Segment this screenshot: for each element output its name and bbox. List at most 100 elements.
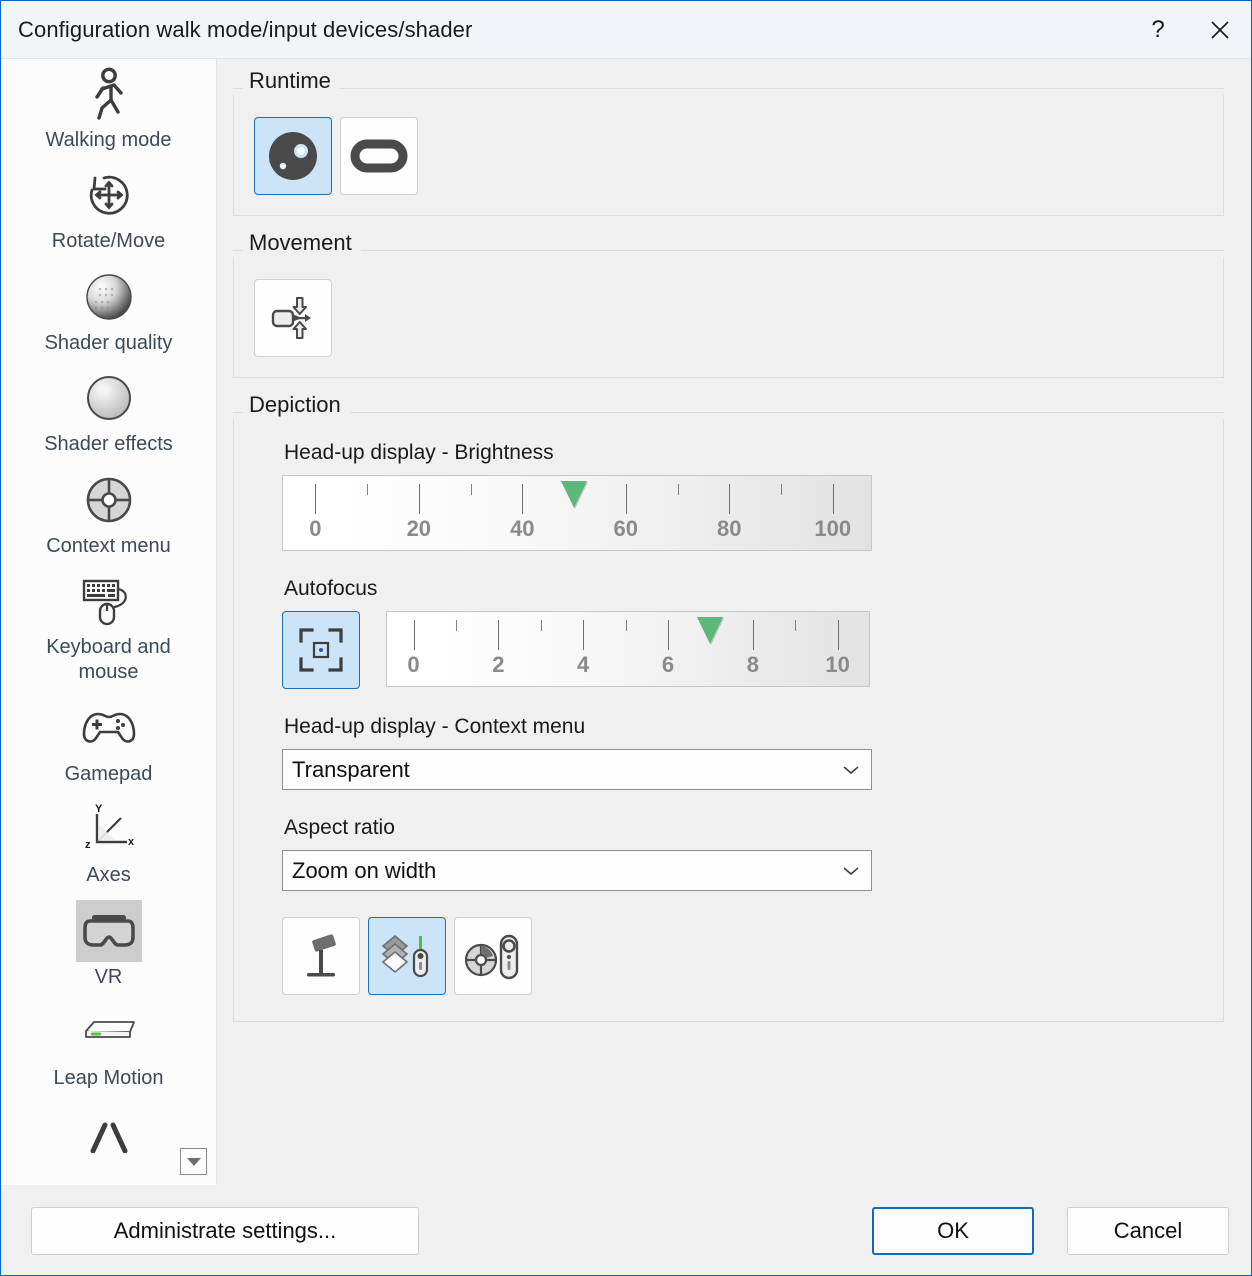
tick-major [668,620,669,650]
close-icon [1211,20,1229,39]
sidebar-item-shader-quality[interactable]: Shader quality [1,262,216,363]
tick-minor [625,620,627,631]
leap-motion-icon [76,1001,142,1063]
autofocus-label: Autofocus [284,577,378,600]
steam-icon [269,132,317,180]
tick-label: 20 [406,516,432,541]
administrate-settings-button[interactable]: Administrate settings... [31,1206,419,1255]
gamepad-icon [76,697,142,759]
sidebar-item-label: Context menu [46,534,171,557]
oculus-runtime-tile[interactable] [340,117,418,195]
tick-label: 10 [825,652,850,677]
movement-group-body [233,257,1224,378]
brightness-slider[interactable]: 0 20 40 60 80 100 [282,475,872,551]
sidebar-item-label: Axes [86,864,131,887]
sidebar-item-context-menu[interactable]: Context menu [1,465,216,566]
autofocus-toggle-button[interactable] [282,611,360,689]
tick-label: 0 [309,516,322,541]
tick-minor [677,484,679,495]
movement-mode-tile[interactable] [254,279,332,357]
sidebar-item-label: Gamepad [64,762,153,785]
tick-label: 80 [717,516,742,541]
radial-menu-icon [76,469,142,531]
svg-text:Y: Y [95,804,103,815]
tick-major [625,484,627,514]
chevron-down-icon [841,861,861,881]
layers-controller-icon [381,934,429,978]
question-mark-icon: ? [1151,15,1165,43]
sidebar-item-label: Rotate/Move [51,230,166,253]
sidebar-item-walking-mode[interactable]: Walking mode [1,59,216,160]
configuration-dialog: Configuration walk mode/input devices/sh… [0,0,1252,1276]
keyboard-mouse-icon [76,570,142,632]
sidebar-item-axes[interactable]: Y x z Axes [1,794,216,895]
tick-major [418,484,420,514]
sidebar-item-rotate-move[interactable]: Rotate/Move [1,160,216,261]
brightness-label: Head-up display - Brightness [284,441,554,464]
tick-label: 4 [577,652,590,677]
cancel-button[interactable]: Cancel [1067,1206,1229,1255]
chevron-down-icon [186,1157,201,1166]
sidebar-item-gamepad[interactable]: Gamepad [1,693,216,794]
title-bar: Configuration walk mode/input devices/sh… [1,1,1251,59]
rotate-move-icon [76,164,142,226]
movement-group: Movement [233,230,1224,378]
aspect-ratio-label: Aspect ratio [284,816,395,839]
help-button[interactable]: ? [1127,1,1189,58]
hud-context-menu-label: Head-up display - Context menu [284,715,586,738]
layers-controller-tile[interactable] [368,917,446,995]
radial-controller-tile[interactable] [454,917,532,995]
tick-minor [367,484,369,495]
sidebar-scroll-down-button[interactable] [180,1148,207,1175]
sidebar-item-label: Shader quality [44,331,173,354]
tick-label: 60 [613,516,639,541]
sidebar-item-label: Walking mode [45,129,172,151]
steam-runtime-tile[interactable] [254,117,332,195]
brightness-ticks: 0 20 40 60 80 100 [283,476,871,550]
tick-major [583,620,585,650]
tick-major [498,620,500,650]
tick-major [837,620,839,650]
move-vertical-icon [271,297,311,339]
runtime-group-body [233,95,1224,216]
focus-frame-icon [299,628,343,672]
depiction-group-header: Depiction [233,392,1224,419]
window-title: Configuration walk mode/input devices/sh… [18,16,473,42]
hud-context-menu-value: Transparent [292,756,410,782]
aspect-ratio-select[interactable]: Zoom on width [282,850,872,891]
sidebar-item-label: VR [94,965,123,988]
slider-marker[interactable] [561,481,588,508]
chevron-down-icon [841,760,861,780]
tick-major [752,620,754,650]
radial-controller-icon [464,934,519,980]
tick-minor [781,484,783,495]
slider-marker[interactable] [697,617,724,644]
tick-label: 0 [407,652,420,677]
brightness-field: Head-up display - Brightness 0 20 40 60 80 10… [254,441,1203,551]
ok-button[interactable]: OK [872,1206,1034,1255]
close-button[interactable] [1189,1,1251,58]
tick-label: 2 [492,652,505,677]
autofocus-slider[interactable]: 0 2 4 6 8 10 [386,611,870,687]
svg-text:x: x [128,836,135,848]
tick-major [413,620,415,650]
depiction-group: Depiction Head-up display - Brightness 0… [233,392,1224,1022]
autofocus-ticks: 0 2 4 6 8 10 [387,612,869,686]
tick-minor [795,620,797,631]
sidebar-item-shader-effects[interactable]: Shader effects [1,363,216,464]
vr-headset-icon [75,899,142,962]
category-sidebar[interactable]: Walking mode Rotate/Move Shader quality … [1,59,217,1185]
tick-major [832,484,834,514]
runtime-group-title: Runtime [243,68,340,94]
base-station-tile[interactable] [282,917,360,995]
hud-context-menu-select[interactable]: Transparent [282,749,872,790]
sidebar-item-label: Keyboard and mouse [46,635,171,684]
sidebar-item-keyboard-and-mouse[interactable]: Keyboard and mouse [1,566,216,693]
tick-minor [455,620,457,631]
sidebar-item-leap-motion[interactable]: Leap Motion [1,997,216,1098]
tick-minor [540,620,542,631]
runtime-group-header: Runtime [233,68,1224,95]
tick-minor [470,484,472,495]
sidebar-item-vr[interactable]: VR [1,896,216,997]
depiction-group-title: Depiction [243,392,350,418]
